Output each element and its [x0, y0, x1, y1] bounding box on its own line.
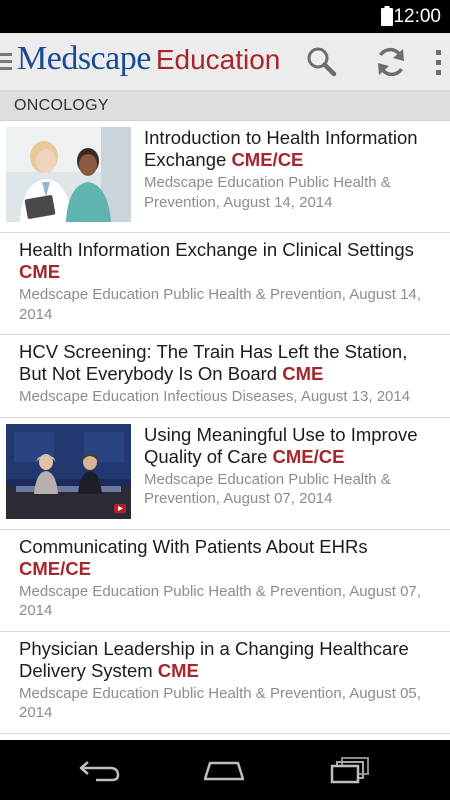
- article-title: Physician Leadership in a Changing Healt…: [19, 637, 409, 681]
- section-header: ONCOLOGY: [0, 91, 450, 121]
- home-icon[interactable]: [200, 754, 248, 786]
- article-meta: Medscape Education Public Health & Preve…: [19, 684, 421, 722]
- article-item[interactable]: Using Meaningful Use to Improve Quality …: [0, 418, 450, 530]
- credit-badge: CME/CE: [231, 149, 304, 170]
- article-body: Introduction to Health Information Excha…: [144, 127, 438, 222]
- article-item[interactable]: Physician Leadership in a Changing Healt…: [0, 632, 450, 734]
- system-nav-bar: [0, 740, 450, 800]
- article-title: Introduction to Health Information Excha…: [144, 127, 418, 170]
- article-title: Communicating With Patients About EHRs C…: [19, 535, 368, 579]
- article-list[interactable]: ONCOLOGY Introduction to Health Informat…: [0, 91, 450, 740]
- article-title: Health Information Exchange in Clinical …: [19, 239, 414, 282]
- search-icon[interactable]: [302, 43, 340, 81]
- credit-badge: CME: [19, 261, 61, 282]
- credit-badge: CME: [282, 363, 324, 384]
- battery-icon: [381, 6, 393, 26]
- article-thumbnail: [6, 423, 131, 519]
- article-meta: Medscape Education Public Health & Preve…: [19, 582, 421, 620]
- status-bar: 12:00: [0, 0, 450, 33]
- action-bar: Medscape Education: [0, 33, 450, 91]
- article-item[interactable]: Introduction to Health Information Excha…: [0, 121, 450, 233]
- article-meta: Medscape Education Public Health & Preve…: [144, 470, 391, 508]
- article-title: Using Meaningful Use to Improve Quality …: [144, 423, 418, 467]
- status-time: 12:00: [393, 6, 441, 27]
- article-meta: Medscape Education Infectious Diseases, …: [19, 388, 411, 405]
- article-item[interactable]: HCV Screening: The Train Has Left the St…: [0, 335, 450, 418]
- logo-brand: Medscape: [17, 40, 151, 77]
- credit-badge: CME/CE: [19, 557, 91, 579]
- recent-apps-icon[interactable]: [326, 754, 374, 786]
- article-item[interactable]: Health Information Exchange in Clinical …: [0, 233, 450, 335]
- logo-suffix: Education: [155, 44, 281, 75]
- credit-badge: CME: [157, 659, 199, 681]
- article-meta: Medscape Education Public Health & Preve…: [19, 286, 421, 323]
- article-body: Using Meaningful Use to Improve Quality …: [144, 424, 438, 519]
- overflow-menu-icon[interactable]: [428, 43, 448, 81]
- article-item[interactable]: Communicating With Patients About EHRs C…: [0, 530, 450, 632]
- drawer-menu-icon[interactable]: [0, 51, 12, 73]
- article-meta: Medscape Education Public Health & Preve…: [144, 174, 391, 211]
- article-title: HCV Screening: The Train Has Left the St…: [19, 341, 408, 384]
- refresh-icon[interactable]: [372, 43, 410, 81]
- back-icon[interactable]: [76, 754, 124, 786]
- article-thumbnail: [6, 127, 131, 222]
- app-logo[interactable]: Medscape Education: [17, 40, 280, 84]
- credit-badge: CME/CE: [272, 445, 345, 467]
